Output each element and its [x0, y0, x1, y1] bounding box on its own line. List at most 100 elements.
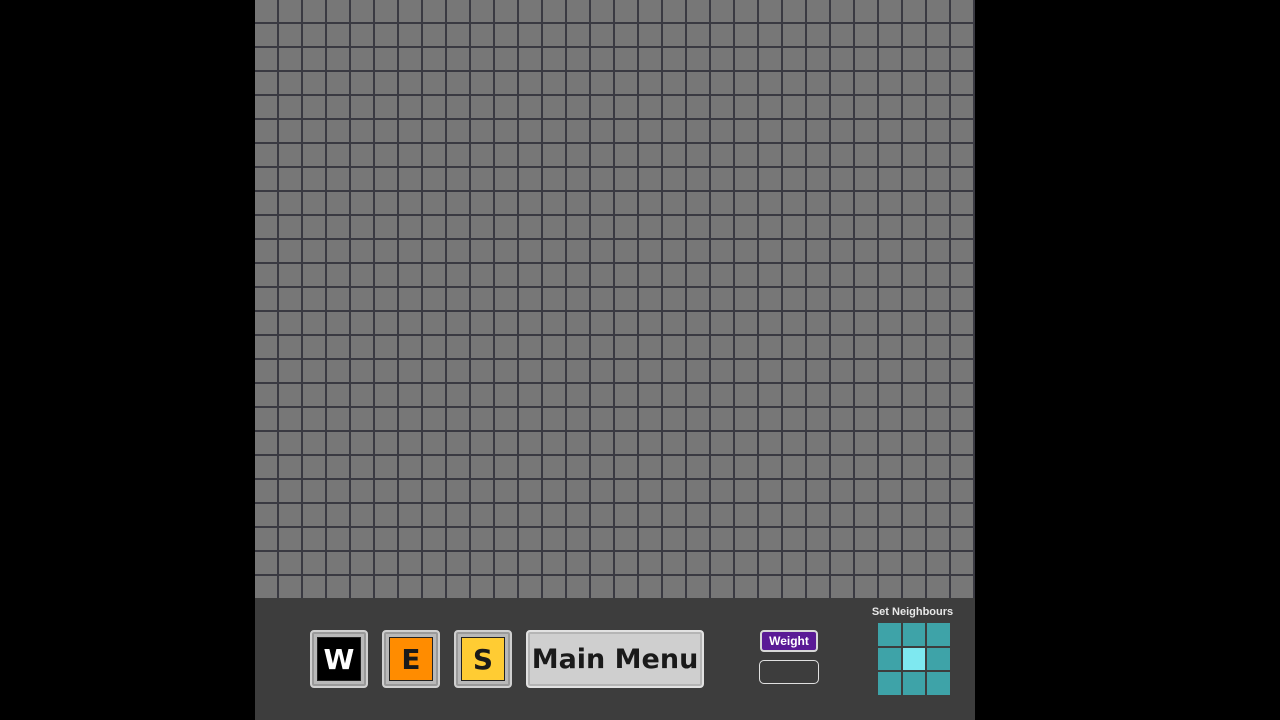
grid-cell[interactable]	[951, 264, 973, 286]
grid-cell[interactable]	[279, 336, 301, 358]
grid-cell[interactable]	[255, 432, 277, 454]
grid-cell[interactable]	[519, 504, 541, 526]
grid-cell[interactable]	[759, 48, 781, 70]
grid-cell[interactable]	[663, 456, 685, 478]
grid-cell[interactable]	[255, 120, 277, 142]
grid-cell[interactable]	[279, 528, 301, 550]
grid-cell[interactable]	[447, 48, 469, 70]
grid-cell[interactable]	[759, 552, 781, 574]
grid-cell[interactable]	[735, 216, 757, 238]
grid-cell[interactable]	[543, 528, 565, 550]
grid-cell[interactable]	[543, 216, 565, 238]
grid-cell[interactable]	[351, 264, 373, 286]
weight-button[interactable]: Weight	[760, 630, 818, 652]
grid-cell[interactable]	[903, 312, 925, 334]
grid-cell[interactable]	[807, 384, 829, 406]
grid-cell[interactable]	[471, 504, 493, 526]
grid-cell[interactable]	[543, 168, 565, 190]
neighbour-bottom-left[interactable]	[878, 672, 901, 695]
grid-cell[interactable]	[639, 456, 661, 478]
grid-cell[interactable]	[903, 192, 925, 214]
grid-cell[interactable]	[879, 240, 901, 262]
grid-cell[interactable]	[951, 480, 973, 502]
grid-cell[interactable]	[831, 504, 853, 526]
grid-cell[interactable]	[543, 576, 565, 598]
grid-cell[interactable]	[855, 504, 877, 526]
grid-cell[interactable]	[255, 384, 277, 406]
grid-cell[interactable]	[783, 288, 805, 310]
grid-cell[interactable]	[279, 96, 301, 118]
grid-cell[interactable]	[903, 288, 925, 310]
grid-cell[interactable]	[423, 552, 445, 574]
grid-cell[interactable]	[807, 528, 829, 550]
grid-cell[interactable]	[447, 384, 469, 406]
grid-cell[interactable]	[351, 528, 373, 550]
grid-cell[interactable]	[927, 216, 949, 238]
grid-cell[interactable]	[711, 144, 733, 166]
grid-cell[interactable]	[567, 240, 589, 262]
grid-cell[interactable]	[423, 384, 445, 406]
grid-cell[interactable]	[567, 312, 589, 334]
grid-cell[interactable]	[399, 432, 421, 454]
grid-cell[interactable]	[663, 48, 685, 70]
grid-cell[interactable]	[615, 240, 637, 262]
grid-cell[interactable]	[591, 288, 613, 310]
grid-cell[interactable]	[735, 144, 757, 166]
grid-cell[interactable]	[399, 48, 421, 70]
grid-cell[interactable]	[495, 192, 517, 214]
grid-cell[interactable]	[543, 0, 565, 22]
grid-cell[interactable]	[591, 264, 613, 286]
grid-cell[interactable]	[951, 288, 973, 310]
grid-cell[interactable]	[471, 432, 493, 454]
grid-cell[interactable]	[951, 48, 973, 70]
grid-cell[interactable]	[255, 336, 277, 358]
grid-cell[interactable]	[303, 192, 325, 214]
grid-cell[interactable]	[927, 168, 949, 190]
grid-cell[interactable]	[663, 72, 685, 94]
grid-cell[interactable]	[879, 288, 901, 310]
grid-cell[interactable]	[591, 384, 613, 406]
grid-cell[interactable]	[639, 504, 661, 526]
grid-cell[interactable]	[567, 24, 589, 46]
grid-cell[interactable]	[759, 360, 781, 382]
grid-cell[interactable]	[951, 120, 973, 142]
grid-cell[interactable]	[759, 384, 781, 406]
grid-cell[interactable]	[447, 456, 469, 478]
grid-cell[interactable]	[663, 240, 685, 262]
grid-cell[interactable]	[471, 336, 493, 358]
grid-cell[interactable]	[615, 72, 637, 94]
grid-cell[interactable]	[951, 240, 973, 262]
grid-cell[interactable]	[807, 312, 829, 334]
grid-cell[interactable]	[759, 432, 781, 454]
grid-cell[interactable]	[735, 24, 757, 46]
grid-cell[interactable]	[759, 168, 781, 190]
grid-cell[interactable]	[495, 144, 517, 166]
grid-cell[interactable]	[375, 264, 397, 286]
grid-cell[interactable]	[639, 144, 661, 166]
grid-cell[interactable]	[711, 456, 733, 478]
grid-cell[interactable]	[567, 336, 589, 358]
grid-cell[interactable]	[471, 120, 493, 142]
grid-cell[interactable]	[831, 528, 853, 550]
grid-cell[interactable]	[759, 408, 781, 430]
grid-cell[interactable]	[351, 288, 373, 310]
grid-cell[interactable]	[615, 48, 637, 70]
grid-cell[interactable]	[663, 288, 685, 310]
grid-cell[interactable]	[543, 312, 565, 334]
grid-cell[interactable]	[807, 120, 829, 142]
grid-cell[interactable]	[735, 96, 757, 118]
grid-cell[interactable]	[303, 168, 325, 190]
grid-cell[interactable]	[375, 456, 397, 478]
grid-cell[interactable]	[423, 528, 445, 550]
grid-cell[interactable]	[519, 96, 541, 118]
grid-cell[interactable]	[951, 168, 973, 190]
grid-cell[interactable]	[495, 48, 517, 70]
grid-cell[interactable]	[927, 384, 949, 406]
grid-cell[interactable]	[327, 240, 349, 262]
grid-cell[interactable]	[807, 240, 829, 262]
grid-cell[interactable]	[591, 96, 613, 118]
grid-cell[interactable]	[495, 72, 517, 94]
grid-cell[interactable]	[831, 144, 853, 166]
grid-cell[interactable]	[543, 504, 565, 526]
grid-cell[interactable]	[879, 480, 901, 502]
